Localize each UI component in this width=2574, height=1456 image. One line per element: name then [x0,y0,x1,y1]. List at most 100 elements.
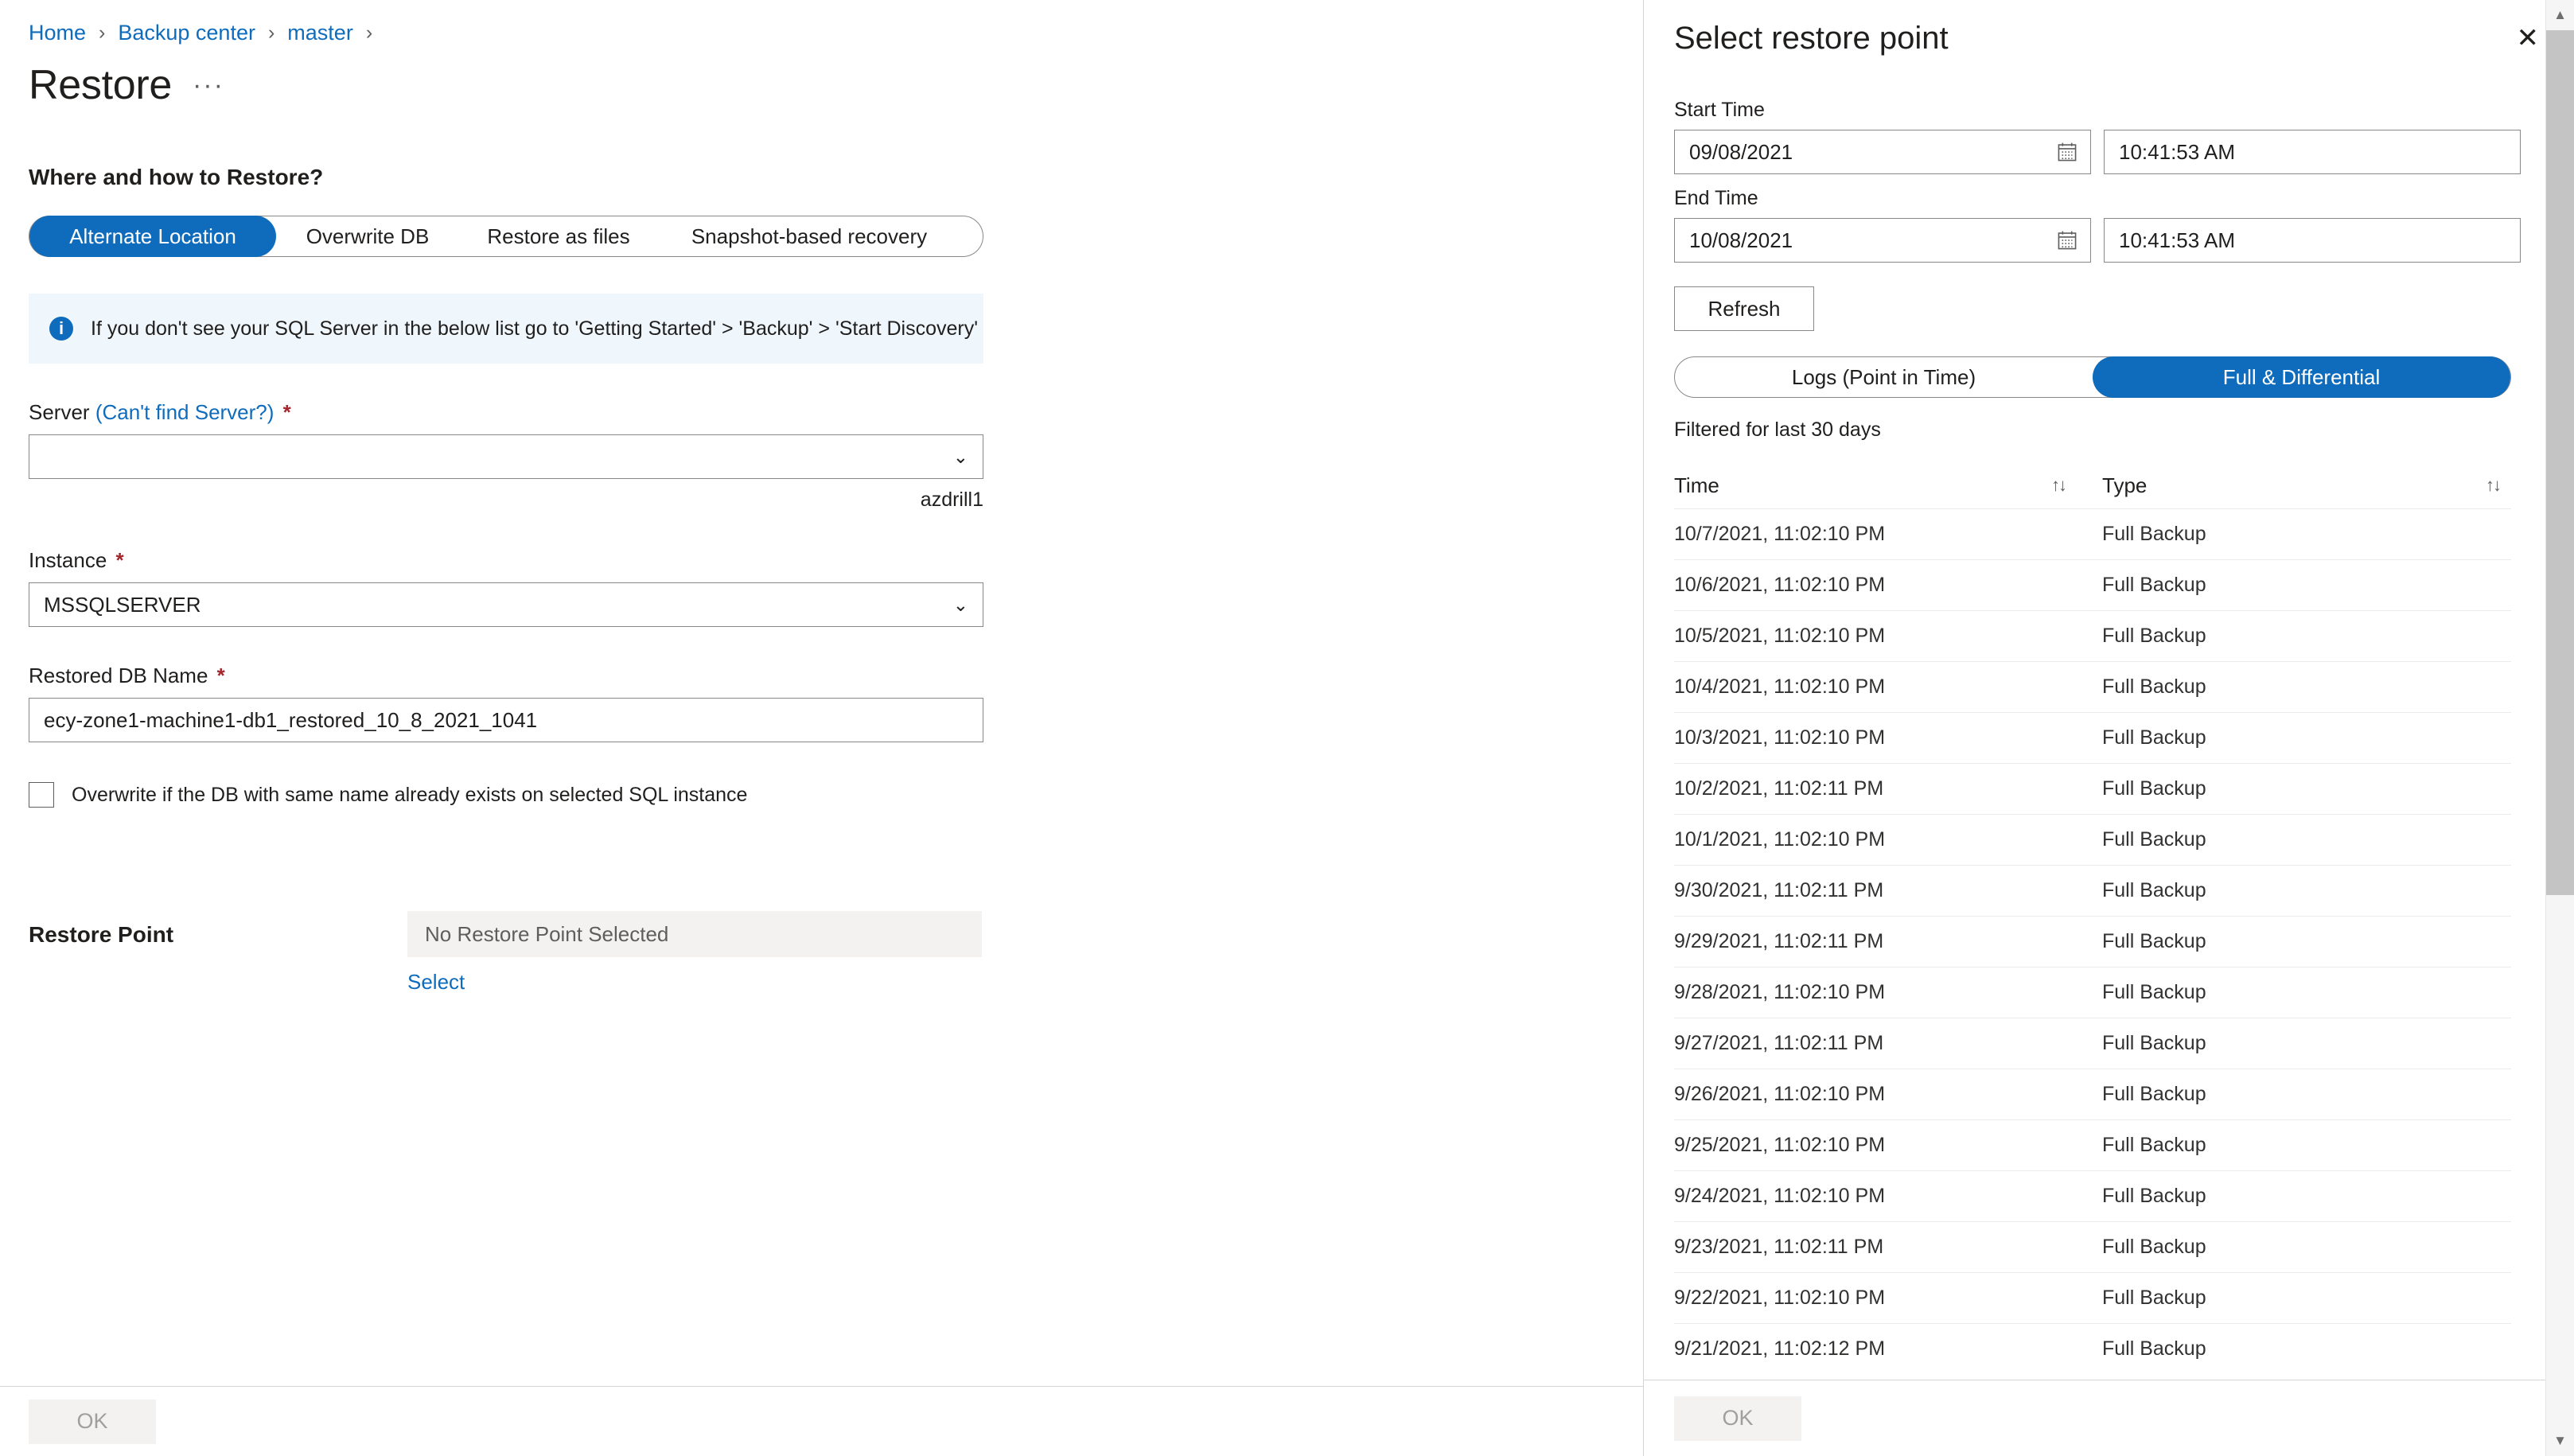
scroll-down-icon[interactable]: ▼ [2546,1426,2574,1456]
restore-ok-button[interactable]: OK [29,1399,156,1444]
table-body: 10/7/2021, 11:02:10 PM Full Backup 10/6/20… [1674,508,2511,1374]
close-icon[interactable]: ✕ [2517,25,2540,52]
table-row[interactable]: 9/29/2021, 11:02:11 PM Full Backup [1674,916,2511,967]
start-time-value: 10:41:53 AM [2119,139,2235,164]
cell-time: 10/4/2021, 11:02:10 PM [1674,675,1886,698]
panel-ok-button[interactable]: OK [1674,1396,1801,1441]
restore-mode-tabs: Alternate Location Overwrite DB Restore … [29,216,983,257]
table-row[interactable]: 10/6/2021, 11:02:10 PM Full Backup [1674,559,2511,610]
table-row[interactable]: 10/1/2021, 11:02:10 PM Full Backup [1674,814,2511,865]
sort-icon[interactable]: ↑↓ [2486,475,2502,496]
cell-type: Full Backup [2102,625,2206,647]
breadcrumb-separator-icon: › [267,21,275,44]
table-row[interactable]: 9/30/2021, 11:02:11 PM Full Backup [1674,865,2511,916]
tab-snapshot-based-recovery[interactable]: Snapshot-based recovery [658,216,960,257]
table-row[interactable]: 9/25/2021, 11:02:10 PM Full Backup [1674,1119,2511,1170]
table-row[interactable]: 10/5/2021, 11:02:10 PM Full Backup [1674,610,2511,661]
restore-point-select-link[interactable]: Select [407,970,982,995]
cell-time: 9/28/2021, 11:02:10 PM [1674,981,1886,1003]
end-time-label: End Time [1674,187,1758,209]
restored-db-name-label: Restored DB Name * [29,664,983,688]
tab-restore-as-files[interactable]: Restore as files [459,216,658,257]
cell-time: 10/5/2021, 11:02:10 PM [1674,625,1886,647]
start-time-input[interactable]: 10:41:53 AM [2104,130,2521,174]
restore-blade: Home › Backup center › master › Restore … [0,0,1643,1456]
overwrite-db-checkbox-label: Overwrite if the DB with same name alrea… [72,783,748,806]
restore-point-value: No Restore Point Selected [407,911,982,957]
cell-time: 9/22/2021, 11:02:10 PM [1674,1287,1886,1309]
section-heading-where-how: Where and how to Restore? [29,165,324,189]
column-header-type[interactable]: Type ↑↓ [2093,473,2511,498]
breadcrumb-item-home[interactable]: Home [29,22,86,44]
tab-alternate-location[interactable]: Alternate Location [29,216,276,257]
calendar-icon[interactable] [2057,142,2078,162]
restore-point-type-toggle: Logs (Point in Time) Full & Differential [1674,356,2511,398]
column-header-time-label: Time [1674,473,1719,497]
overwrite-db-checkbox[interactable] [29,782,54,808]
end-time-value: 10:41:53 AM [2119,228,2235,252]
server-required-marker: * [282,400,291,424]
refresh-button[interactable]: Refresh [1674,286,1814,331]
db-name-required-marker: * [216,664,225,687]
scrollbar-track[interactable] [2545,30,2574,1426]
restore-blade-content: Home › Backup center › master › Restore … [0,0,1643,1386]
table-row[interactable]: 9/21/2021, 11:02:12 PM Full Backup [1674,1323,2511,1374]
column-header-time[interactable]: Time ↑↓ [1674,473,2093,498]
table-row[interactable]: 10/2/2021, 11:02:11 PM Full Backup [1674,763,2511,814]
server-field-block: Server (Can't find Server?) * ⌄ azdrill1 [29,400,983,512]
breadcrumb-item-backup-center[interactable]: Backup center [118,22,255,44]
panel-title: Select restore point [1674,20,1949,56]
overwrite-db-checkbox-row[interactable]: Overwrite if the DB with same name alrea… [29,782,1611,808]
start-time-row: 09/08/2021 10:41:53 AM [1674,130,2539,174]
table-row[interactable]: 10/7/2021, 11:02:10 PM Full Backup [1674,508,2511,559]
cell-time: 9/24/2021, 11:02:10 PM [1674,1185,1886,1207]
table-row[interactable]: 10/3/2021, 11:02:10 PM Full Backup [1674,712,2511,763]
start-date-value: 09/08/2021 [1689,139,1793,164]
scrollbar-thumb[interactable] [2545,30,2574,896]
table-row[interactable]: 9/23/2021, 11:02:11 PM Full Backup [1674,1221,2511,1272]
table-row[interactable]: 9/28/2021, 11:02:10 PM Full Backup [1674,967,2511,1018]
table-row[interactable]: 9/26/2021, 11:02:10 PM Full Backup [1674,1069,2511,1119]
info-icon: i [49,317,73,341]
instance-required-marker: * [115,548,124,572]
instance-field-label: Instance * [29,548,983,573]
restore-page: Home › Backup center › master › Restore … [0,0,2574,1456]
cell-time: 10/1/2021, 11:02:10 PM [1674,828,1886,851]
tab-overwrite-db[interactable]: Overwrite DB [276,216,459,257]
cell-time: 9/29/2021, 11:02:11 PM [1674,930,1884,952]
breadcrumb-separator-icon: › [365,21,373,44]
server-dropdown[interactable]: ⌄ [29,434,983,479]
end-time-input[interactable]: 10:41:53 AM [2104,218,2521,263]
start-time-label: Start Time [1674,99,1765,121]
info-banner-text: If you don't see your SQL Server in the … [91,317,978,340]
start-date-input[interactable]: 09/08/2021 [1674,130,2091,174]
calendar-icon[interactable] [2057,230,2078,251]
segment-full-and-differential[interactable]: Full & Differential [2093,356,2510,398]
cell-type: Full Backup [2102,1236,2206,1258]
instance-label-text: Instance [29,548,107,572]
cant-find-server-link[interactable]: (Can't find Server?) [95,400,275,424]
table-row[interactable]: 9/24/2021, 11:02:10 PM Full Backup [1674,1170,2511,1221]
table-row[interactable]: 10/4/2021, 11:02:10 PM Full Backup [1674,661,2511,712]
panel-scrollbar[interactable]: ▲ ▼ [2545,0,2574,1456]
table-row[interactable]: 9/22/2021, 11:02:10 PM Full Backup [1674,1272,2511,1323]
end-date-input[interactable]: 10/08/2021 [1674,218,2091,263]
sort-icon[interactable]: ↑↓ [2051,475,2067,496]
restore-point-right: No Restore Point Selected Select [407,911,982,995]
restored-db-name-input[interactable]: ecy-zone1-machine1-db1_restored_10_8_202… [29,698,983,742]
chevron-down-icon: ⌄ [952,594,968,615]
cell-type: Full Backup [2102,828,2206,851]
cell-type: Full Backup [2102,777,2206,800]
scroll-up-icon[interactable]: ▲ [2546,0,2574,30]
table-row[interactable]: 9/27/2021, 11:02:11 PM Full Backup [1674,1018,2511,1069]
cell-type: Full Backup [2102,930,2206,952]
cell-type: Full Backup [2102,675,2206,698]
cell-time: 9/23/2021, 11:02:11 PM [1674,1236,1884,1258]
instance-dropdown[interactable]: MSSQLSERVER ⌄ [29,582,983,627]
breadcrumb-item-master[interactable]: master [287,22,353,44]
segment-logs-point-in-time[interactable]: Logs (Point in Time) [1675,356,2093,398]
cell-time: 9/26/2021, 11:02:10 PM [1674,1083,1886,1105]
end-time-row: 10/08/2021 10:41:53 AM [1674,218,2539,263]
more-options-icon[interactable]: ··· [193,70,224,109]
page-title: Restore [29,62,172,108]
